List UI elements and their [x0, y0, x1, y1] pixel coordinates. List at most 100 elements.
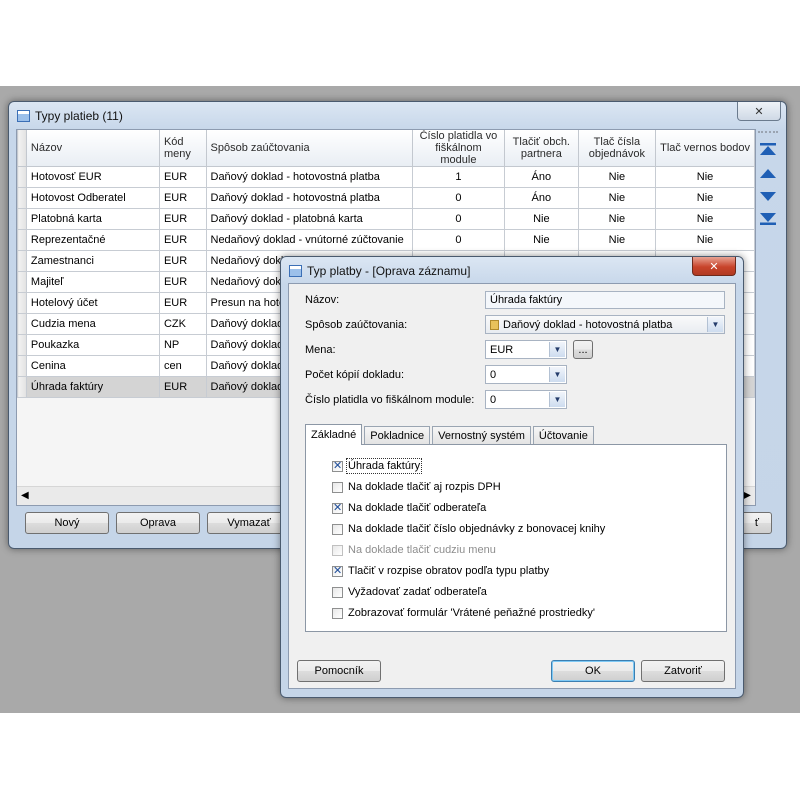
- checkbox-unchecked-icon: [332, 544, 343, 556]
- copies-select[interactable]: 0 ▼: [485, 365, 567, 384]
- scroll-right-arrow[interactable]: ▶: [743, 490, 751, 501]
- cell-currency: EUR: [158, 166, 207, 188]
- checkbox-unchecked-icon[interactable]: [332, 586, 343, 598]
- checkbox-option[interactable]: Na doklade tlačiť číslo objednávky z bon…: [332, 523, 605, 535]
- tab-basic[interactable]: Základné: [305, 424, 363, 445]
- cell-currency: EUR: [158, 292, 207, 314]
- name-input[interactable]: Úhrada faktúry: [485, 291, 725, 309]
- row-header-cell[interactable]: [17, 208, 27, 230]
- chevron-down-icon: ▼: [549, 392, 565, 407]
- posting-label: Spôsob zaúčtovania:: [305, 319, 408, 331]
- help-button[interactable]: Pomocník: [297, 660, 381, 682]
- column-header-print-orders[interactable]: Tlač čísla objednávok: [577, 130, 657, 167]
- checkbox-label: Na doklade tlačiť cudziu menu: [348, 544, 496, 556]
- column-header-print-loyalty[interactable]: Tlač vernos bodov: [655, 130, 755, 167]
- row-header-cell[interactable]: [17, 376, 27, 398]
- tab-accounting[interactable]: Účtovanie: [532, 426, 594, 444]
- scroll-left-arrow[interactable]: ◀: [21, 490, 29, 501]
- move-down-icon[interactable]: [759, 189, 777, 203]
- tab-cash-registers-label: Pokladnice: [370, 429, 425, 442]
- new-button[interactable]: Nový: [25, 512, 109, 534]
- dialog-tabs: Základné Pokladnice Vernostný systém Účt…: [305, 424, 596, 445]
- checkbox-unchecked-icon[interactable]: [332, 523, 343, 535]
- table-row[interactable]: Reprezentačné EUR Nedaňový doklad - vnútor…: [17, 229, 755, 251]
- cell-print-partner: Nie: [503, 229, 579, 251]
- checkbox-unchecked-icon[interactable]: [332, 481, 343, 493]
- cell-print-orders: Nie: [577, 166, 657, 188]
- cell-print-partner: Nie: [503, 208, 579, 230]
- checkbox-label: Úhrada faktúry: [345, 458, 423, 474]
- tab-basic-label: Základné: [311, 429, 357, 441]
- cell-print-partner: Áno: [503, 187, 579, 209]
- dialog-client-area: Názov: Úhrada faktúry Spôsob zaúčtovania…: [288, 283, 736, 689]
- checkbox-checked-icon[interactable]: [332, 501, 343, 514]
- row-header-cell[interactable]: [17, 187, 27, 209]
- cell-name: Zamestnanci: [25, 250, 160, 272]
- checkbox-unchecked-icon[interactable]: [332, 607, 343, 619]
- document-icon: [490, 319, 499, 330]
- currency-select[interactable]: EUR ▼: [485, 340, 567, 359]
- move-up-icon[interactable]: [759, 167, 777, 181]
- checkbox-option[interactable]: Zobrazovať formulár 'Vrátené peňažné pro…: [332, 607, 595, 619]
- checkbox-label: Tlačiť v rozpise obratov podľa typu plat…: [348, 565, 550, 577]
- checkbox-option[interactable]: Úhrada faktúry: [332, 458, 423, 474]
- ok-button-label: OK: [585, 665, 601, 677]
- move-last-icon[interactable]: [759, 211, 777, 225]
- currency-browse-button[interactable]: ...: [573, 340, 593, 359]
- column-header-posting[interactable]: Spôsob zaúčtovania: [205, 130, 413, 167]
- checkbox-checked-icon[interactable]: [332, 564, 343, 577]
- delete-button-label: Vymazať: [227, 517, 271, 529]
- row-header-cell[interactable]: [17, 334, 27, 356]
- cell-print-orders: Nie: [577, 187, 657, 209]
- fiscal-select[interactable]: 0 ▼: [485, 390, 567, 409]
- cancel-button[interactable]: Zatvoriť: [641, 660, 725, 682]
- cell-name: Hotelový účet: [25, 292, 160, 314]
- edit-button[interactable]: Oprava: [116, 512, 200, 534]
- tab-loyalty[interactable]: Vernostný systém: [432, 426, 531, 444]
- table-row[interactable]: Hotovosť EUR EUR Daňový doklad - hotovostn…: [17, 166, 755, 188]
- row-header-cell[interactable]: [17, 292, 27, 314]
- cell-currency: EUR: [158, 250, 207, 272]
- cell-currency: cen: [158, 355, 207, 377]
- tab-basic-panel: Úhrada faktúry Na doklade tlačiť aj rozpi…: [305, 444, 727, 632]
- checkbox-option[interactable]: Vyžadovať zadať odberateľa: [332, 586, 487, 598]
- main-window-titlebar: Typy platieb (11): [17, 107, 123, 125]
- dialog-close-button[interactable]: ✕: [692, 257, 736, 276]
- ok-button[interactable]: OK: [551, 660, 635, 682]
- checkbox-option: Na doklade tlačiť cudziu menu: [332, 544, 496, 556]
- name-label: Názov:: [305, 294, 340, 306]
- row-header-cell[interactable]: [17, 229, 27, 251]
- move-first-icon[interactable]: [759, 143, 777, 157]
- column-header-print-partner[interactable]: Tlačiť obch. partnera: [503, 130, 579, 167]
- checkbox-option[interactable]: Na doklade tlačiť aj rozpis DPH: [332, 481, 501, 493]
- cell-currency: EUR: [158, 376, 207, 398]
- cell-fiscal: 0: [411, 208, 505, 230]
- cell-name: Reprezentačné: [25, 229, 160, 251]
- tab-cash-registers[interactable]: Pokladnice: [364, 426, 431, 444]
- column-header-currency[interactable]: Kód meny: [158, 130, 207, 167]
- checkbox-option[interactable]: Tlačiť v rozpise obratov podľa typu plat…: [332, 564, 550, 577]
- row-header-cell[interactable]: [17, 313, 27, 335]
- row-header-cell[interactable]: [17, 250, 27, 272]
- column-header-fiscal[interactable]: Číslo platidla vo fiškálnom module: [411, 130, 505, 167]
- delete-button[interactable]: Vymazať: [207, 512, 291, 534]
- row-header-cell[interactable]: [17, 166, 27, 188]
- chevron-down-icon: ▼: [549, 367, 565, 382]
- column-header-name[interactable]: Názov: [25, 130, 160, 167]
- main-window-close-button[interactable]: ✕: [737, 102, 781, 121]
- row-header-cell[interactable]: [17, 271, 27, 293]
- posting-select[interactable]: Daňový doklad - hotovostná platba ▼: [485, 315, 725, 334]
- table-row[interactable]: Hotovost Odberatel EUR Daňový doklad - hot…: [17, 187, 755, 209]
- row-header-cell[interactable]: [17, 355, 27, 377]
- cell-fiscal: 1: [411, 166, 505, 188]
- row-header-corner: [17, 130, 27, 167]
- cell-name: Úhrada faktúry: [25, 376, 160, 398]
- edit-dialog: Typ platby - [Oprava záznamu] ✕ Názov: Ú…: [280, 256, 744, 698]
- grip-dots: [758, 131, 778, 136]
- posting-select-value: Daňový doklad - hotovostná platba: [503, 318, 673, 331]
- table-row[interactable]: Platobná karta EUR Daňový doklad - platobn…: [17, 208, 755, 230]
- cell-currency: EUR: [158, 271, 207, 293]
- checkbox-label: Na doklade tlačiť číslo objednávky z bon…: [348, 523, 606, 535]
- checkbox-option[interactable]: Na doklade tlačiť odberateľa: [332, 501, 486, 514]
- checkbox-checked-icon[interactable]: [332, 459, 343, 472]
